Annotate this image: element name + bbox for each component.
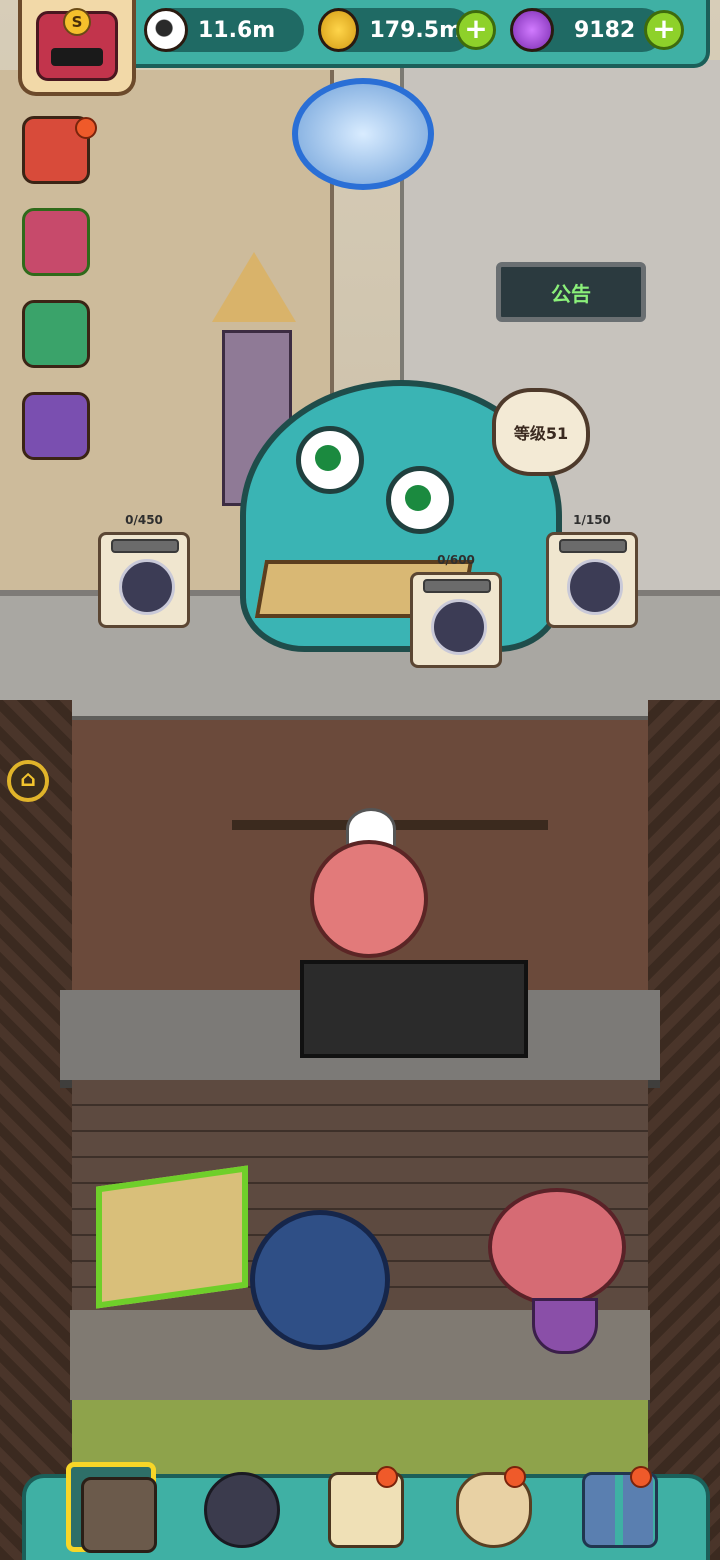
blue-cauldron[interactable] bbox=[250, 1210, 390, 1350]
monster-icon bbox=[204, 1472, 280, 1548]
home-icon: ⌂ bbox=[20, 767, 36, 792]
restaurant-icon bbox=[81, 1477, 157, 1553]
order-progress: 0/450 bbox=[125, 513, 163, 527]
add-coins-button[interactable]: + bbox=[456, 10, 496, 50]
gift-box-green-button[interactable] bbox=[22, 208, 90, 276]
notification-dot bbox=[630, 1466, 652, 1488]
underground-dirt-right bbox=[648, 700, 720, 1560]
kitchen-stove[interactable] bbox=[300, 960, 528, 1058]
order-progress-bar bbox=[559, 539, 627, 553]
order-progress-bar bbox=[111, 539, 179, 553]
coin-icon bbox=[318, 8, 360, 52]
potion-counter[interactable]: 9182 bbox=[510, 8, 664, 52]
tower-roof bbox=[212, 252, 296, 322]
shop-right-eye-icon bbox=[386, 466, 454, 534]
order-progress: 0/600 bbox=[437, 553, 475, 567]
shop-level-label: 等级51 bbox=[513, 424, 569, 443]
eyeball-counter[interactable]: 11.6m bbox=[144, 8, 304, 52]
notice-sign-label: 公告 bbox=[551, 281, 591, 306]
game-screen: 公告 等级51 0/450 0/600 1/150 ⌂ 11.6m 179.5m bbox=[0, 0, 720, 1560]
order-card[interactable]: 0/600 bbox=[410, 553, 502, 668]
monster-avatar-icon: S bbox=[36, 8, 118, 81]
home-button[interactable]: ⌂ bbox=[7, 760, 49, 802]
notification-dot bbox=[376, 1466, 398, 1488]
shop-level-bubble[interactable]: 等级51 bbox=[492, 388, 590, 476]
order-card[interactable]: 1/150 bbox=[546, 513, 638, 628]
nav-recipe-book-tab[interactable] bbox=[318, 1462, 408, 1552]
potion-icon bbox=[510, 8, 554, 52]
notification-dot bbox=[504, 1466, 526, 1488]
order-progress-bar bbox=[423, 579, 491, 593]
avatar-mouth bbox=[51, 48, 103, 66]
nav-bag-tab[interactable] bbox=[446, 1462, 536, 1552]
notice-sign-button[interactable]: 公告 bbox=[496, 262, 646, 322]
notification-dot bbox=[75, 117, 97, 139]
eyeball-icon bbox=[144, 8, 188, 52]
add-potion-button[interactable]: + bbox=[644, 10, 684, 50]
pink-creature[interactable] bbox=[488, 1188, 626, 1306]
resource-bar: 11.6m 179.5m + 9182 + bbox=[118, 0, 710, 68]
dish-icon bbox=[431, 599, 487, 655]
nav-monster-tab[interactable] bbox=[194, 1462, 284, 1552]
order-progress: 1/150 bbox=[573, 513, 611, 527]
nav-restaurant-tab[interactable] bbox=[66, 1462, 157, 1553]
soup-bowl-icon bbox=[532, 1298, 598, 1354]
underground-dirt-left bbox=[0, 700, 72, 1560]
coin-counter[interactable]: 179.5m bbox=[318, 8, 472, 52]
eyeball-value: 11.6m bbox=[198, 17, 276, 43]
gift-box-red-button[interactable] bbox=[22, 116, 97, 184]
dish-icon bbox=[119, 559, 175, 615]
shop-left-eye-icon bbox=[296, 426, 364, 494]
portal-orb[interactable] bbox=[292, 78, 434, 190]
fruit-basket-button[interactable] bbox=[22, 300, 90, 368]
card-pack-button[interactable] bbox=[22, 392, 90, 460]
octopus-chef[interactable] bbox=[310, 840, 428, 958]
order-card[interactable]: 0/450 bbox=[98, 513, 190, 628]
magic-book[interactable] bbox=[96, 1165, 248, 1309]
potion-value: 9182 bbox=[574, 17, 636, 43]
rank-letter: S bbox=[63, 8, 91, 36]
nav-menu-tab[interactable] bbox=[572, 1462, 662, 1552]
player-rank-badge[interactable]: S bbox=[18, 0, 136, 96]
dish-icon bbox=[567, 559, 623, 615]
